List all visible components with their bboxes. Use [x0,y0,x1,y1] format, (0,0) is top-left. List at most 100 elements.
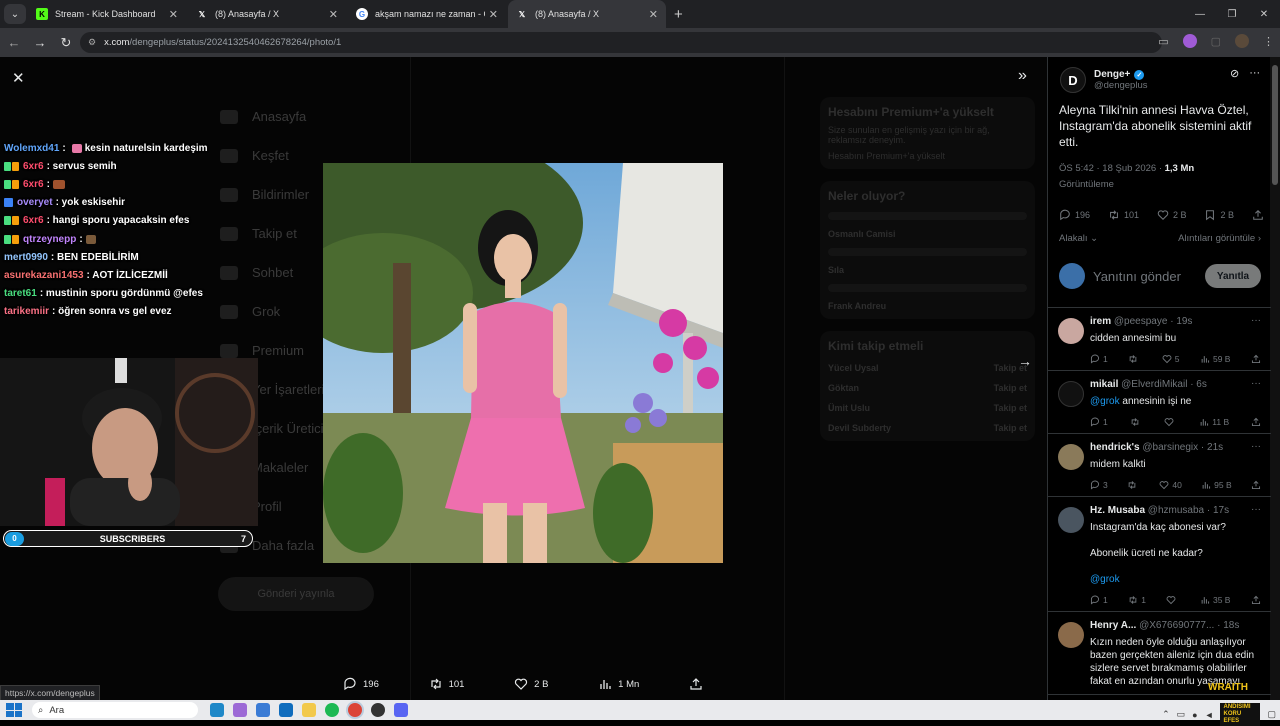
like-count[interactable]: 2 B [1157,209,1187,221]
reply-avatar[interactable] [1058,444,1084,470]
view-count[interactable]: 95 B [1201,480,1232,490]
reply-avatar[interactable] [1058,381,1084,407]
share-button[interactable] [1252,209,1264,221]
reply-avatar[interactable] [1058,622,1084,648]
reply-item[interactable]: hendrick's @barsinegix · 21s ··· midem k… [1048,434,1271,497]
reply-avatar[interactable] [1058,318,1084,344]
bookmark-count[interactable]: 2 B [1204,209,1234,221]
repost-action[interactable]: 101 [429,677,464,691]
reply-submit-button[interactable]: Yanıtla [1205,264,1261,288]
toggle-panel-icon[interactable]: » [1018,67,1027,85]
reply-item[interactable]: irem @peespaye · 19s ··· cidden annesimi… [1048,308,1271,371]
file-explorer-icon[interactable] [302,703,316,717]
more-options-icon[interactable]: ··· [1251,441,1261,452]
author-avatar[interactable]: D [1060,67,1086,93]
reply-avatar[interactable] [1058,507,1084,533]
site-info-icon[interactable]: ⚙ [88,37,96,48]
profile-avatar[interactable] [1235,34,1249,48]
reply-count[interactable]: 1 [1090,417,1108,427]
edge-icon[interactable] [210,703,224,717]
reply-count[interactable]: 3 [1090,480,1108,490]
view-count[interactable]: 35 B [1200,595,1230,605]
tweet-author[interactable]: D Denge+ ✓ @dengeplus [1060,67,1148,93]
close-viewer-icon[interactable]: ✕ [12,69,25,87]
mention-link[interactable]: @grok [1090,396,1120,407]
tab-x-home-active[interactable]: 𝕏 (8) Anasayfa / X ✕ [508,0,666,28]
outlook-icon[interactable] [279,703,293,717]
share-action[interactable] [689,677,703,691]
repost-count[interactable]: 1 [1128,595,1146,605]
obs-icon[interactable] [371,703,385,717]
close-tab-icon[interactable]: ✕ [329,8,338,21]
tweet-timestamp[interactable]: ÖS 5:42 · 18 Şub 2026 · [1059,163,1165,174]
like-count[interactable]: 40 [1159,480,1182,490]
next-photo-arrow-icon[interactable]: → [1018,353,1032,369]
tab-x-home[interactable]: 𝕏 (8) Anasayfa / X ✕ [188,0,346,28]
close-tab-icon[interactable]: ✕ [169,8,178,21]
repost-count[interactable] [1127,480,1140,490]
close-window-icon[interactable]: ✕ [1248,9,1280,20]
sort-dropdown[interactable]: Alakalı ⌄ [1059,233,1098,244]
discord-icon[interactable] [394,703,408,717]
network-icon[interactable]: ▭ [1177,709,1186,720]
reply-input[interactable]: Yanıtını gönder [1093,269,1205,284]
cast-icon[interactable]: ▭ [1158,35,1168,48]
share-icon[interactable] [1251,417,1261,427]
repost-count[interactable] [1128,354,1141,364]
tab-kick-dashboard[interactable]: K Stream - Kick Dashboard ✕ [28,0,186,28]
reply-item[interactable]: mikail @ElverdiMikail · 6s ··· @grok ann… [1048,371,1271,434]
views-action[interactable]: 1 Mn [598,677,639,691]
copilot-icon[interactable] [233,703,247,717]
share-icon[interactable] [1251,354,1261,364]
menu-kebab-icon[interactable]: ⋮ [1263,35,1274,48]
repost-icon [430,678,441,690]
store-icon[interactable] [256,703,270,717]
taskbar-search[interactable]: ⌕ Ara [32,702,198,718]
minimize-icon[interactable]: — [1184,9,1216,20]
tab-google-search[interactable]: G akşam namazı ne zaman - Goo... ✕ [348,0,506,28]
reply-count[interactable]: 1 [1090,595,1108,605]
reply-count[interactable]: 196 [1059,209,1090,221]
tab-search-button[interactable]: ⌄ [4,4,26,24]
analytics-icon [1200,419,1209,426]
like-action[interactable]: 2 B [514,677,548,691]
view-count[interactable]: 59 B [1200,354,1230,364]
notifications-icon[interactable]: ▢ [1267,709,1276,720]
windows-start-icon[interactable] [6,703,22,717]
puzzle-icon[interactable]: ▢ [1211,35,1221,48]
chevron-up-icon[interactable]: ⌃ [1162,709,1170,720]
chrome-icon[interactable] [348,703,362,717]
repost-count[interactable]: 101 [1108,209,1139,221]
reply-item[interactable]: Hz. Musaba @hzmusaba · 17s ··· Instagram… [1048,497,1271,612]
close-tab-icon[interactable]: ✕ [649,8,658,21]
grok-icon[interactable]: ⊘ [1230,67,1239,80]
more-options-icon[interactable]: ··· [1249,67,1260,80]
spotify-icon[interactable] [325,703,339,717]
url-bar[interactable]: ⚙ x.com/dengeplus/status/202413254046267… [80,32,1162,53]
panel-scrollbar[interactable] [1270,57,1280,700]
more-options-icon[interactable]: ··· [1251,504,1261,515]
view-quotes-link[interactable]: Alıntıları görüntüle › [1178,233,1261,244]
volume-icon[interactable]: ◄ [1205,710,1214,720]
share-icon[interactable] [1251,595,1261,605]
view-count[interactable]: 11 B [1199,417,1229,427]
like-count[interactable] [1166,595,1179,605]
like-count[interactable] [1164,417,1177,427]
taskbar-apps [210,703,408,717]
extension-icon[interactable] [1182,34,1197,48]
share-icon[interactable] [1251,480,1261,490]
repost-count[interactable] [1130,417,1143,427]
mention-link[interactable]: @grok [1090,573,1263,586]
forward-arrow-icon[interactable]: → [28,35,52,50]
close-tab-icon[interactable]: ✕ [489,8,498,21]
like-count[interactable]: 5 [1162,354,1179,364]
reply-count[interactable]: 1 [1090,354,1108,364]
more-options-icon[interactable]: ··· [1251,315,1261,326]
back-arrow-icon[interactable]: ← [2,35,26,50]
more-options-icon[interactable]: ··· [1251,378,1261,389]
new-tab-button[interactable]: + [674,6,683,23]
reload-icon[interactable]: ↻ [54,35,78,51]
mic-icon[interactable]: ● [1192,710,1197,720]
reply-action[interactable]: 196 [343,677,379,691]
restore-icon[interactable]: ❐ [1216,9,1248,20]
